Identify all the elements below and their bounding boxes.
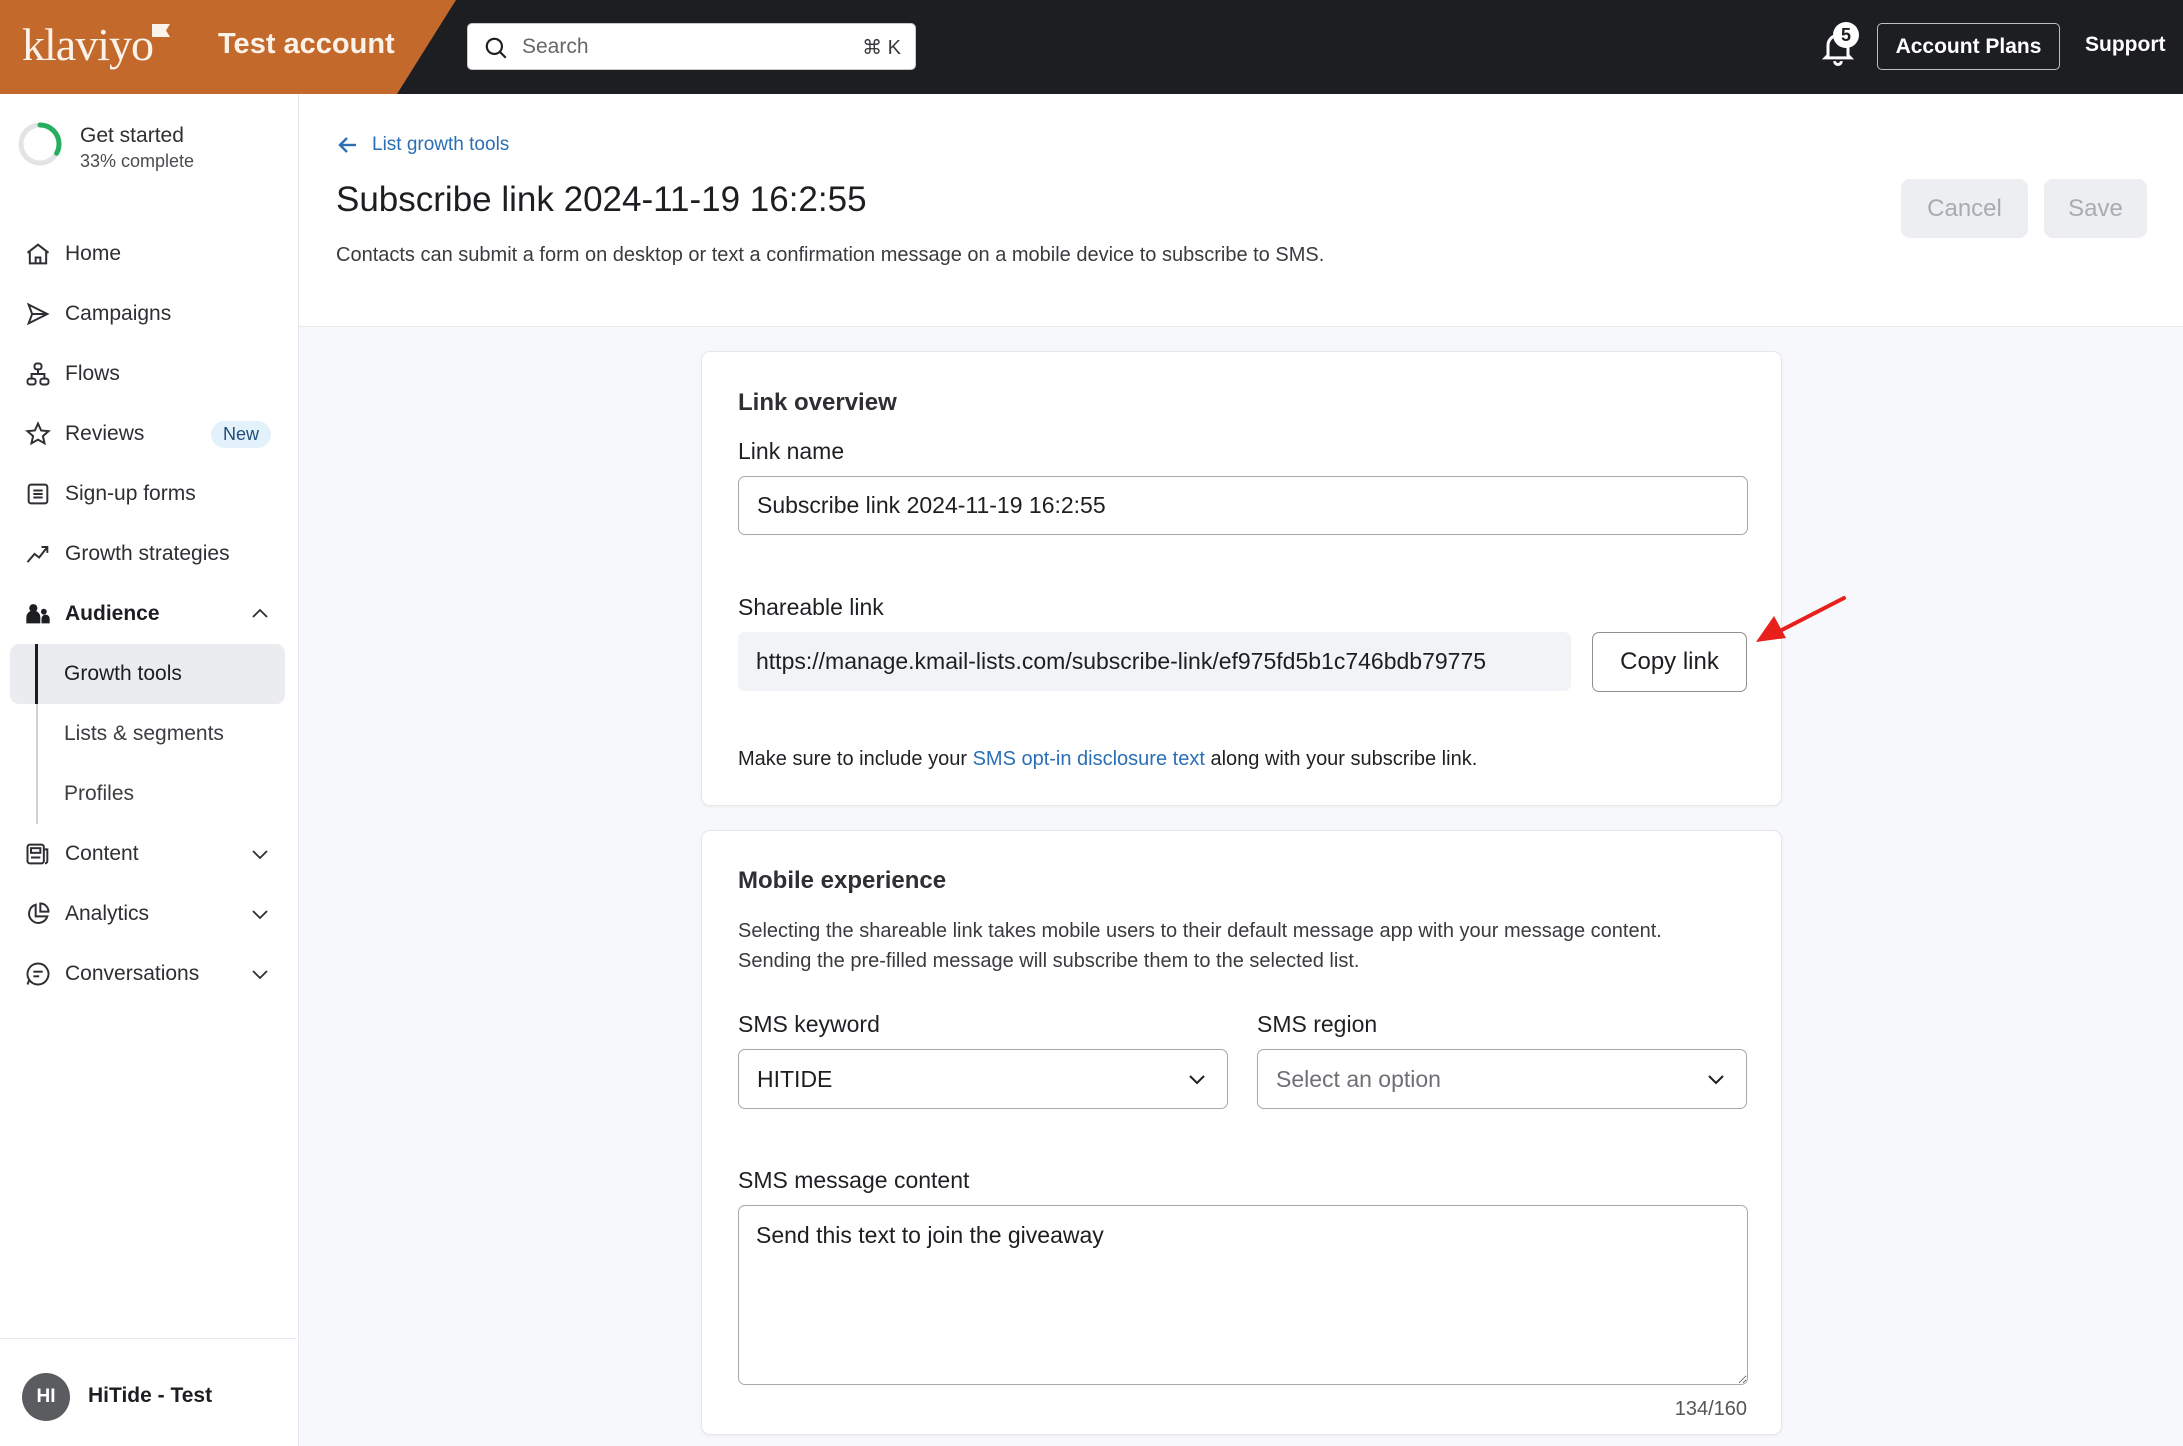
mobile-experience-title: Mobile experience	[738, 867, 947, 894]
brand-area: klaviyo Test account	[0, 0, 456, 94]
disclosure-note: Make sure to include your SMS opt-in dis…	[738, 748, 1477, 771]
arrow-left-icon	[338, 137, 356, 153]
flows-icon	[26, 362, 50, 386]
character-count: 134/160	[1674, 1398, 1747, 1420]
new-badge: New	[211, 421, 272, 448]
account-name[interactable]: Test account	[218, 28, 395, 61]
sms-message-label: SMS message content	[738, 1167, 970, 1193]
disclosure-text-after: along with your subscribe link.	[1204, 748, 1478, 770]
mobile-experience-description: Selecting the shareable link takes mobil…	[738, 920, 1662, 972]
link-overview-title: Link overview	[738, 389, 897, 416]
chevron-down-icon	[1189, 1075, 1205, 1085]
sidebar-item-label: Sign-up forms	[65, 482, 196, 505]
sidebar-item-content[interactable]: Content	[0, 824, 297, 884]
avatar: HI	[22, 1373, 70, 1421]
sidebar-item-growth-strategies[interactable]: Growth strategies	[0, 524, 297, 584]
chevron-down-icon	[1708, 1075, 1724, 1085]
sidebar-item-label: Home	[65, 242, 122, 265]
pie-chart-icon	[28, 902, 50, 924]
shareable-link-label: Shareable link	[738, 594, 884, 620]
sms-keyword-value: HITIDE	[757, 1066, 833, 1092]
copy-link-button[interactable]: Copy link	[1592, 632, 1747, 692]
link-name-input[interactable]	[738, 476, 1748, 535]
sidebar-item-label: Growth strategies	[65, 542, 230, 565]
sms-region-select[interactable]: Select an option	[1257, 1049, 1747, 1109]
page-subtitle: Contacts can submit a form on desktop or…	[336, 244, 1325, 266]
people-icon	[26, 604, 50, 624]
sidebar-item-growth-tools[interactable]: Growth tools	[10, 644, 285, 704]
page-header: List growth tools Subscribe link 2024-11…	[299, 94, 2183, 327]
link-overview-card: Link overview Link name Shareable link h…	[701, 351, 1782, 806]
chevron-down-icon[interactable]	[248, 902, 272, 926]
chat-icon	[26, 962, 50, 986]
sidebar-item-home[interactable]: Home	[0, 224, 297, 284]
sidebar-item-label: Growth tools	[64, 662, 182, 685]
sidebar-item-analytics[interactable]: Analytics	[0, 884, 297, 944]
notification-count-badge: 5	[1833, 22, 1859, 48]
sms-disclosure-link[interactable]: SMS opt-in disclosure text	[973, 748, 1205, 770]
mobile-experience-card: Mobile experience Selecting the shareabl…	[701, 830, 1782, 1435]
sidebar-item-lists-segments[interactable]: Lists & segments	[0, 704, 297, 764]
account-plans-button[interactable]: Account Plans	[1877, 23, 2060, 70]
user-name: HiTide - Test	[88, 1384, 213, 1407]
content-icon	[26, 843, 49, 865]
sidebar-item-label: Lists & segments	[64, 722, 224, 745]
send-icon	[26, 302, 50, 326]
sidebar-item-signup-forms[interactable]: Sign-up forms	[0, 464, 297, 524]
sidebar-item-campaigns[interactable]: Campaigns	[0, 284, 297, 344]
sidebar-item-reviews[interactable]: Reviews New	[0, 404, 297, 464]
sidebar-item-profiles[interactable]: Profiles	[0, 764, 297, 824]
cancel-button[interactable]: Cancel	[1901, 179, 2028, 238]
disclosure-text-before: Make sure to include your	[738, 748, 973, 770]
sidebar-item-label: Flows	[65, 362, 120, 385]
sidebar: Get started 33% complete Home Campaigns …	[0, 94, 299, 1446]
home-icon	[26, 243, 50, 265]
back-link-label: List growth tools	[372, 134, 510, 155]
support-link[interactable]: Support	[2085, 33, 2165, 57]
sidebar-item-label: Conversations	[65, 962, 200, 985]
link-name-label: Link name	[738, 438, 845, 464]
sidebar-item-audience[interactable]: Audience	[0, 584, 297, 644]
sidebar-item-flows[interactable]: Flows	[0, 344, 297, 404]
klaviyo-logo[interactable]: klaviyo	[22, 18, 154, 71]
chevron-down-icon[interactable]	[248, 842, 272, 866]
sidebar-item-label: Content	[65, 842, 139, 865]
sidebar-item-label: Reviews	[65, 422, 145, 445]
chevron-down-icon[interactable]	[248, 962, 272, 986]
global-search[interactable]: ⌘ K	[467, 23, 916, 70]
sidebar-item-label: Audience	[65, 602, 160, 625]
sms-region-label: SMS region	[1257, 1011, 1378, 1037]
sms-keyword-select[interactable]: HITIDE	[738, 1049, 1228, 1109]
sms-keyword-label: SMS keyword	[738, 1011, 880, 1037]
audience-subnav: Growth tools Lists & segments Profiles	[0, 644, 297, 824]
trend-up-icon	[26, 546, 49, 563]
shareable-link-field[interactable]: https://manage.kmail-lists.com/subscribe…	[738, 632, 1571, 691]
search-icon	[485, 37, 507, 59]
sms-message-textarea[interactable]: Send this text to join the giveaway	[738, 1205, 1748, 1385]
top-bar: klaviyo Test account ⌘ K 5 Account Plans…	[0, 0, 2183, 94]
sidebar-item-label: Profiles	[64, 782, 135, 805]
sidebar-item-label: Campaigns	[65, 302, 172, 325]
logo-flag-icon	[152, 24, 170, 37]
page-title: Subscribe link 2024-11-19 16:2:55	[336, 180, 867, 219]
search-input[interactable]	[522, 24, 822, 69]
get-started-title: Get started	[80, 124, 184, 147]
form-icon	[27, 483, 49, 505]
sms-region-placeholder: Select an option	[1276, 1066, 1441, 1092]
sidebar-item-conversations[interactable]: Conversations	[0, 944, 297, 1004]
back-link[interactable]: List growth tools	[336, 133, 509, 157]
progress-ring	[18, 122, 62, 166]
account-switcher[interactable]: HI HiTide - Test	[0, 1338, 297, 1446]
search-shortcut: ⌘ K	[862, 37, 901, 59]
star-icon	[25, 421, 51, 446]
annotation-arrow-icon	[1756, 596, 1846, 642]
chevron-up-icon[interactable]	[248, 602, 272, 626]
sidebar-nav: Home Campaigns Flows Reviews New Sign-up…	[0, 224, 297, 1004]
get-started-progress: 33% complete	[80, 151, 195, 171]
save-button[interactable]: Save	[2044, 179, 2147, 238]
sidebar-item-label: Analytics	[65, 902, 150, 925]
